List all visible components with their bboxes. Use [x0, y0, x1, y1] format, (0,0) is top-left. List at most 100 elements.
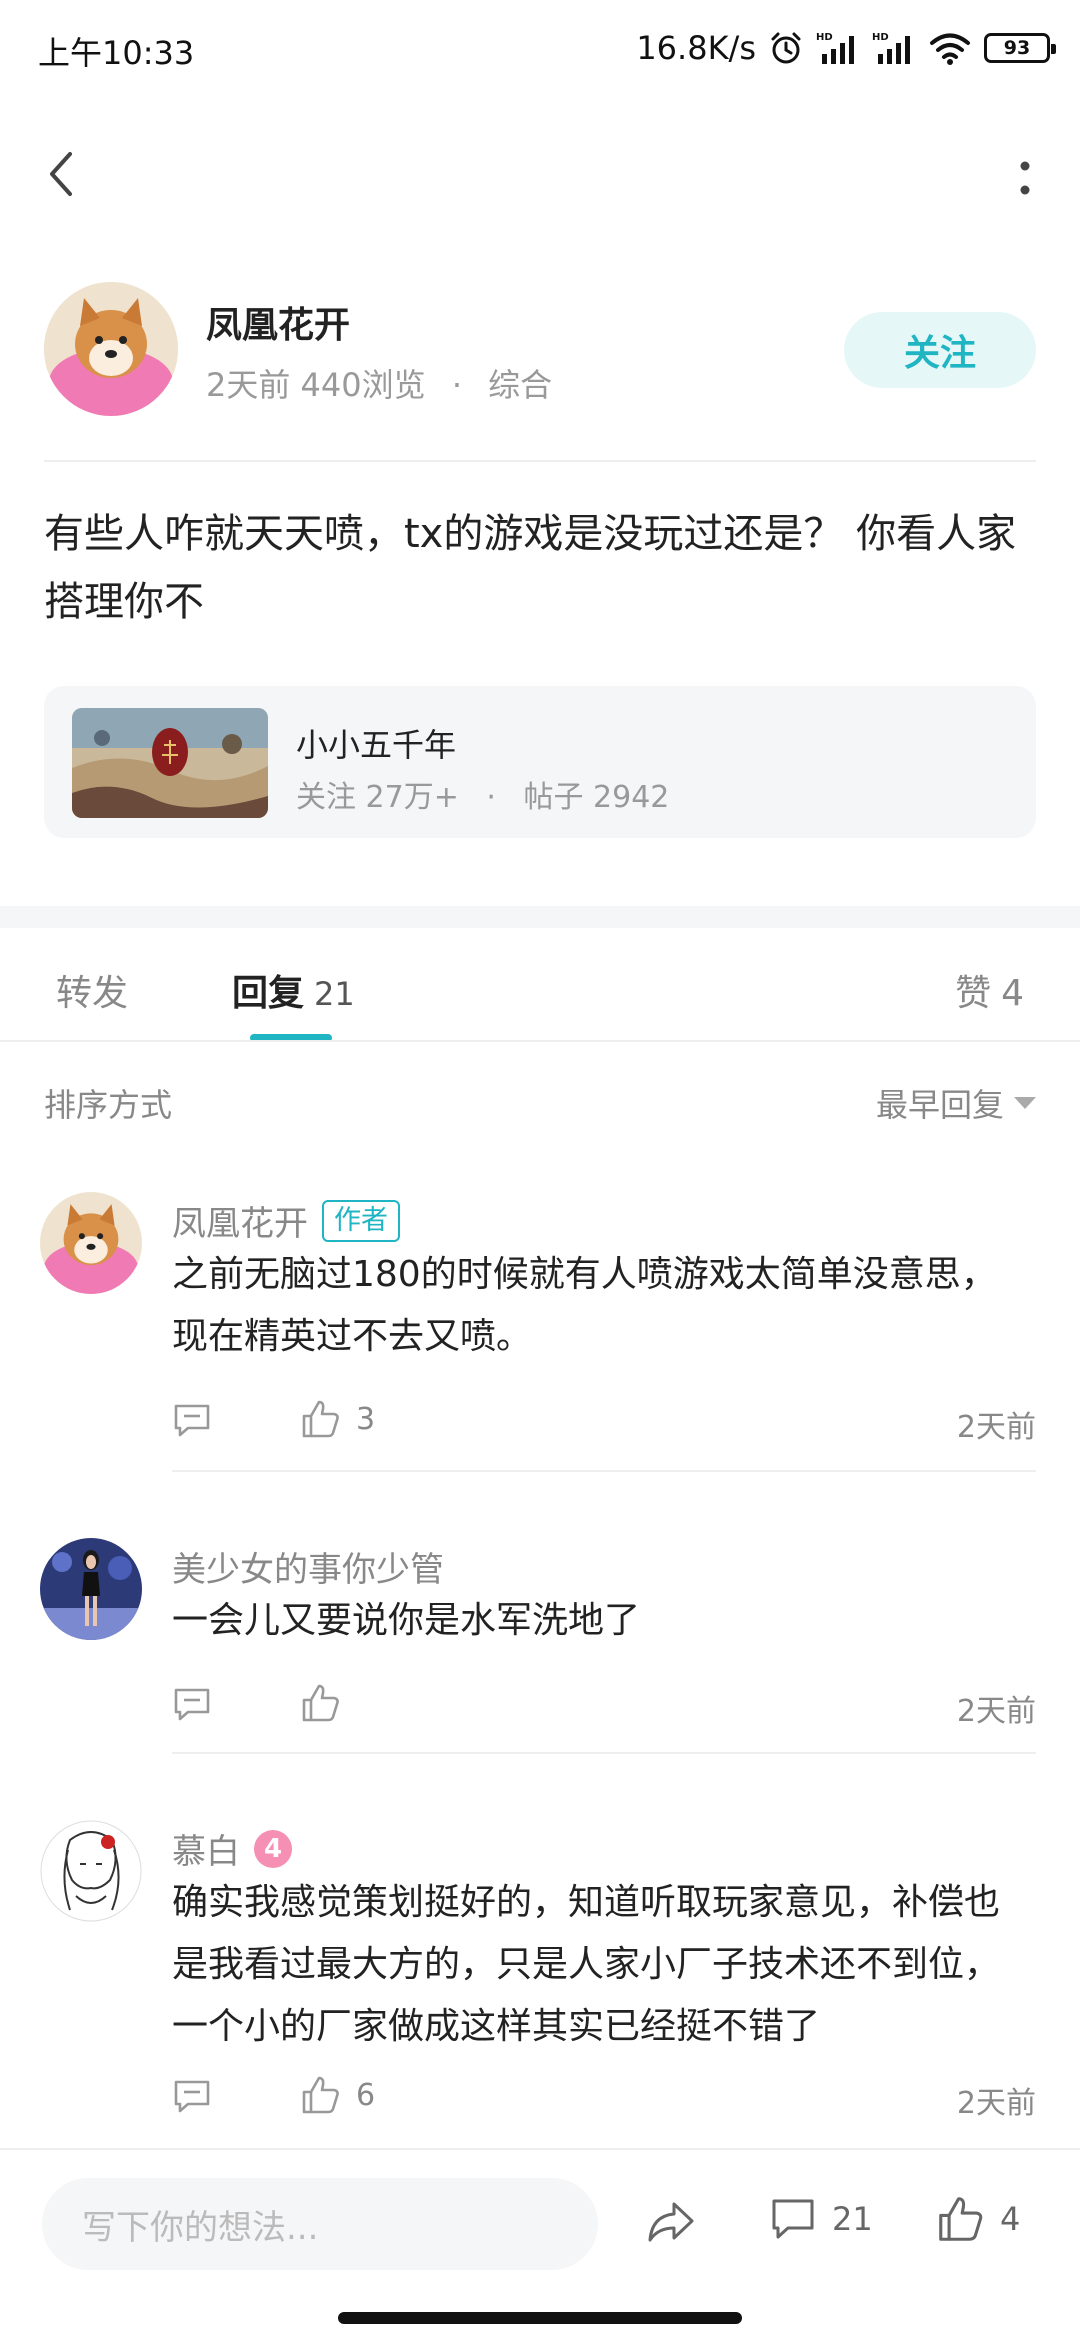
wifi-icon [930, 33, 970, 65]
more-options-button[interactable] [1010, 148, 1040, 208]
tab-like-label: 赞 [955, 973, 992, 1014]
comment-actions: 6 2天前 [172, 2072, 1036, 2122]
circle-posts: 帖子 2942 [523, 780, 670, 815]
circle-meta: 关注 27万+ · 帖子 2942 [296, 772, 669, 816]
commenter-avatar[interactable] [40, 1538, 142, 1640]
shiba-dog-avatar-image [44, 282, 178, 416]
reply-icon[interactable] [172, 1684, 212, 1724]
circle-thumbnail [72, 708, 268, 818]
commenter-name-row: 美少女的事你少管 [172, 1542, 444, 1591]
game-artwork-image [72, 708, 268, 818]
comment-bubble-icon [772, 2199, 814, 2239]
svg-text:HD: HD [816, 32, 833, 43]
sort-label: 排序方式 [44, 1086, 173, 1124]
divider [44, 460, 1036, 462]
circle-name: 小小五千年 [296, 726, 457, 764]
tab-reply[interactable]: 回复 21 [232, 964, 355, 1016]
signal-hd-icon: HD [816, 32, 854, 64]
back-button[interactable] [40, 144, 80, 204]
comment-input[interactable]: 写下你的想法... [42, 2178, 598, 2270]
interaction-tabs: 转发 回复 21 赞4 [0, 928, 1080, 1042]
post-meta: 2天前 440浏览 · 综合 [206, 360, 552, 406]
network-speed: 16.8K/s [636, 29, 756, 67]
like-button[interactable] [300, 1682, 356, 1724]
section-gap [0, 906, 1080, 928]
reply-icon[interactable] [172, 2076, 212, 2116]
commenter-avatar[interactable] [40, 1820, 142, 1922]
comment-text: 确实我感觉策划挺好的，知道听取玩家意见，补偿也是我看过最大方的，只是人家小厂子技… [172, 1882, 1001, 2047]
sort-dropdown[interactable]: 最早回复 [876, 1080, 1036, 1126]
shiba-dog-avatar-image [40, 1192, 142, 1294]
meta-separator: · [451, 366, 462, 404]
divider [172, 1752, 1036, 1754]
comments-button[interactable]: 21 [768, 2194, 873, 2244]
comment-time: 2天前 [956, 1410, 1036, 1445]
thumbs-up-icon [302, 1684, 339, 1722]
tab-repost[interactable]: 转发 [56, 964, 128, 1016]
post-like-count: 4 [1000, 2200, 1021, 2238]
commenter-name[interactable]: 美少女的事你少管 [172, 1542, 444, 1591]
reply-icon[interactable] [172, 1400, 212, 1440]
author-name[interactable]: 凤凰花开 [206, 296, 350, 348]
comment-actions: 3 2天前 [172, 1396, 1036, 1446]
tab-like-count: 4 [1001, 973, 1024, 1014]
comment-time: 2天前 [956, 2086, 1036, 2121]
like-post-button[interactable]: 4 [936, 2194, 1020, 2244]
comment-item: 慕白 4 确实我感觉策划挺好的，知道听取玩家意见，补偿也是我看过最大方的，只是人… [40, 1820, 1036, 2130]
comment-time: 2天前 [956, 1694, 1036, 1729]
comment-actions: 2天前 [172, 1680, 1036, 1730]
battery-level: 93 [1003, 37, 1031, 59]
sort-bar: 排序方式 最早回复 [44, 1074, 1036, 1134]
thumbs-up-icon [302, 1400, 339, 1438]
share-button[interactable] [644, 2194, 698, 2248]
status-bar: 上午10:33 16.8K/s HD HD 93 [0, 0, 1080, 96]
comment-item: 凤凰花开 作者 之前无脑过180的时候就有人喷游戏太简单没意思，现在精英过不去又… [40, 1192, 1036, 1472]
post-content: 有些人咋就天天喷，tx的游戏是没玩过还是？ 你看人家搭理你不 [44, 511, 1017, 625]
sort-selected: 最早回复 [875, 1086, 1004, 1124]
commenter-avatar[interactable] [40, 1192, 142, 1294]
tab-reply-count: 21 [314, 975, 355, 1013]
comment-count: 21 [832, 2200, 873, 2238]
commenter-name-row: 凤凰花开 作者 [172, 1196, 400, 1245]
commenter-name[interactable]: 凤凰花开 [172, 1196, 308, 1245]
like-button[interactable]: 6 [300, 2074, 375, 2116]
post-views: 440浏览 [300, 366, 426, 404]
comment-item: 美少女的事你少管 一会儿又要说你是水军洗地了 2天前 [40, 1538, 1036, 1758]
thumbs-up-icon [302, 2076, 339, 2114]
like-count: 3 [356, 1401, 376, 1437]
like-button[interactable]: 3 [300, 1398, 375, 1440]
like-count: 6 [356, 2077, 376, 2113]
signal-hd-icon: HD [872, 32, 910, 64]
thumbs-up-icon [939, 2197, 983, 2241]
circle-followers: 关注 27万+ [296, 780, 459, 815]
post-author-header: 凤凰花开 2天前 440浏览 · 综合 关注 [44, 282, 1036, 422]
circle-card[interactable]: 小小五千年 关注 27万+ · 帖子 2942 [44, 686, 1036, 838]
tab-like[interactable]: 赞4 [955, 964, 1024, 1016]
divider [172, 1470, 1036, 1472]
comment-text: 之前无脑过180的时候就有人喷游戏太简单没意思，现在精英过不去又喷。 [172, 1254, 997, 1357]
share-arrow-icon [648, 2202, 694, 2242]
author-tag-badge: 作者 [322, 1199, 400, 1242]
post-category[interactable]: 综合 [488, 366, 552, 404]
anime-sketch-avatar-image [40, 1820, 142, 1922]
svg-text:HD: HD [872, 32, 889, 43]
level-badge: 4 [254, 1829, 292, 1868]
follow-button[interactable]: 关注 [844, 312, 1036, 388]
commenter-name[interactable]: 慕白 [172, 1824, 240, 1873]
author-avatar[interactable] [44, 282, 178, 416]
battery-icon: 93 [984, 33, 1056, 63]
tab-repost-label: 转发 [56, 973, 129, 1014]
bottom-action-bar: 写下你的想法... 21 4 [0, 2148, 1080, 2298]
home-indicator[interactable] [338, 2312, 742, 2324]
status-time: 上午10:33 [38, 34, 195, 72]
commenter-name-row: 慕白 4 [172, 1824, 292, 1873]
status-icons: 16.8K/s HD HD 93 [636, 24, 1056, 72]
top-nav [0, 130, 1080, 220]
meta-separator: · [486, 780, 496, 815]
person-photo-avatar-image [40, 1538, 142, 1640]
post-time: 2天前 [206, 366, 291, 404]
divider [0, 1040, 1080, 1042]
comment-text: 一会儿又要说你是水军洗地了 [172, 1600, 641, 1641]
caret-down-icon [1014, 1097, 1036, 1109]
tab-reply-label: 回复 [232, 973, 305, 1014]
